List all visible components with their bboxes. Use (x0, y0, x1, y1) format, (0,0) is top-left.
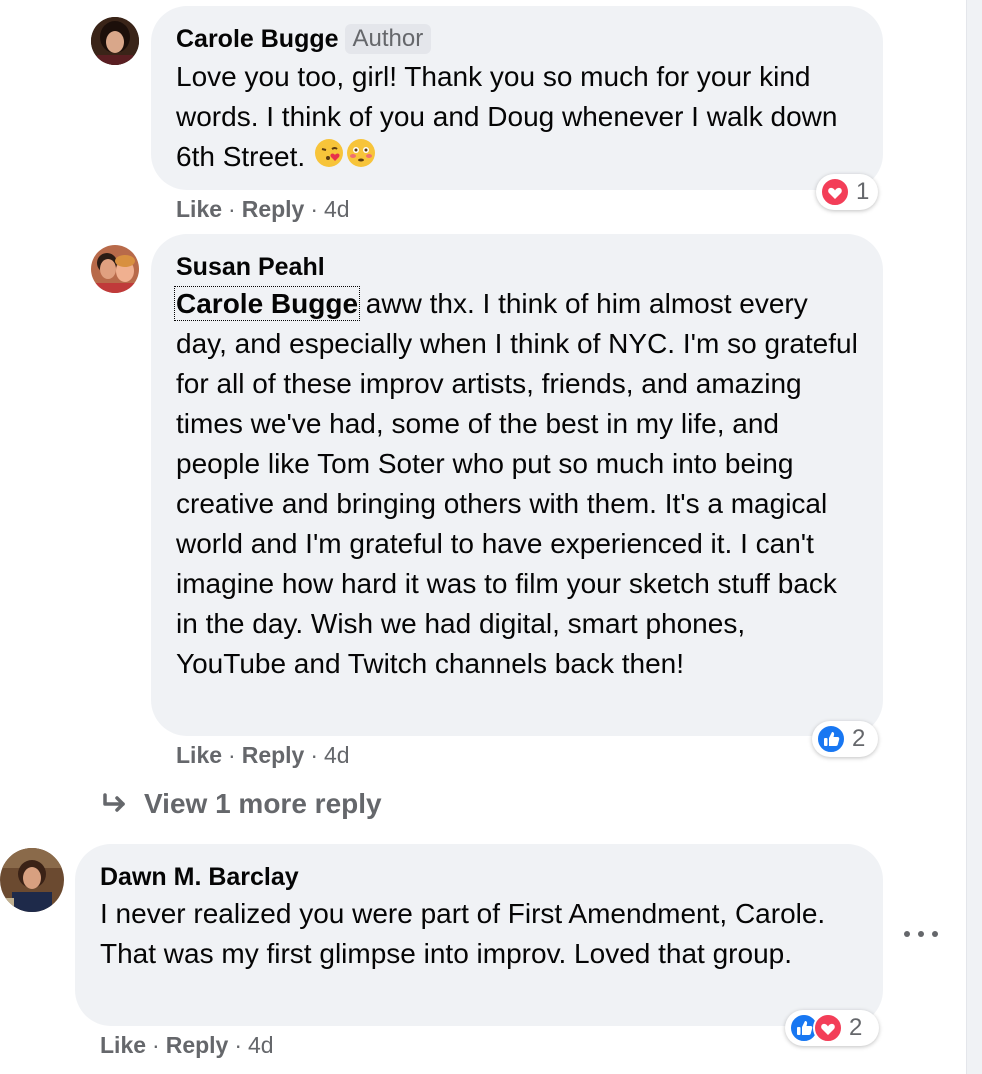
more-options-icon[interactable] (904, 922, 938, 946)
comment-text-body: Love you too, girl! Thank you so much fo… (176, 61, 838, 172)
reaction-count: 2 (849, 1014, 863, 1041)
timestamp[interactable]: 4d (324, 196, 350, 222)
scrollbar-track[interactable] (966, 0, 982, 1074)
reaction-summary-2[interactable]: 2 (812, 721, 878, 757)
reaction-summary-1[interactable]: 1 (816, 174, 878, 210)
comment-text: Carole Bugge aww thx. I think of him alm… (173, 284, 861, 684)
reply-button[interactable]: Reply (242, 742, 305, 768)
comment-actions-1: Like · Reply · 4d (176, 194, 350, 224)
comment-bubble-1: Carole Bugge Author Love you too, girl! T… (151, 6, 883, 190)
reply-button[interactable]: Reply (242, 196, 305, 222)
comment-actions-2: Like · Reply · 4d (176, 740, 350, 770)
separator-dot: · (234, 1032, 243, 1058)
mention-link[interactable]: Carole Bugge (173, 286, 361, 321)
love-reaction-icon (813, 1013, 843, 1043)
like-button[interactable]: Like (176, 742, 222, 768)
comment-text: Love you too, girl! Thank you so much fo… (176, 57, 856, 180)
comment-bubble-2: Susan Peahl Carole Bugge aww thx. I thin… (151, 234, 883, 736)
comment-text-body: aww thx. I think of him almost every day… (176, 288, 858, 679)
reaction-count: 2 (852, 725, 866, 752)
kissing-face-heart-emoji (313, 137, 345, 180)
reply-arrow-icon (103, 793, 125, 812)
avatar-image (0, 848, 64, 912)
comment-bubble-3: Dawn M. Barclay I never realized you wer… (75, 844, 883, 1026)
avatar-image (91, 17, 139, 65)
separator-dot: · (152, 1032, 160, 1058)
comment-actions-3: Like · Reply · 4d (100, 1030, 274, 1060)
like-reaction-icon (816, 724, 846, 754)
love-reaction-icon (820, 177, 850, 207)
separator-dot: · (228, 742, 236, 768)
avatar-image (91, 245, 139, 293)
comment-author-name[interactable]: Carole Bugge (176, 24, 339, 54)
like-button[interactable]: Like (176, 196, 222, 222)
comment-author-name[interactable]: Susan Peahl (176, 252, 325, 282)
avatar-dawn-m-barclay[interactable] (0, 848, 64, 912)
separator-dot: · (310, 742, 319, 768)
separator-dot: · (310, 196, 319, 222)
timestamp[interactable]: 4d (248, 1032, 274, 1058)
dot (904, 931, 910, 937)
dot (918, 931, 924, 937)
reaction-summary-3[interactable]: 2 (785, 1010, 879, 1046)
view-more-replies-label: View 1 more reply (144, 788, 382, 819)
reaction-count: 1 (856, 178, 870, 205)
view-more-replies-button[interactable]: View 1 more reply (100, 784, 382, 824)
avatar-carole-bugge[interactable] (91, 17, 139, 65)
timestamp[interactable]: 4d (324, 742, 350, 768)
dot (932, 931, 938, 937)
reply-button[interactable]: Reply (166, 1032, 229, 1058)
separator-dot: · (228, 196, 236, 222)
avatar-susan-peahl[interactable] (91, 245, 139, 293)
flushed-face-emoji (345, 137, 377, 180)
like-button[interactable]: Like (100, 1032, 146, 1058)
comment-author-name[interactable]: Dawn M. Barclay (100, 862, 299, 892)
comment-text-body: I never realized you were part of First … (100, 898, 826, 969)
comment-text: I never realized you were part of First … (100, 894, 830, 974)
author-badge: Author (344, 24, 432, 54)
